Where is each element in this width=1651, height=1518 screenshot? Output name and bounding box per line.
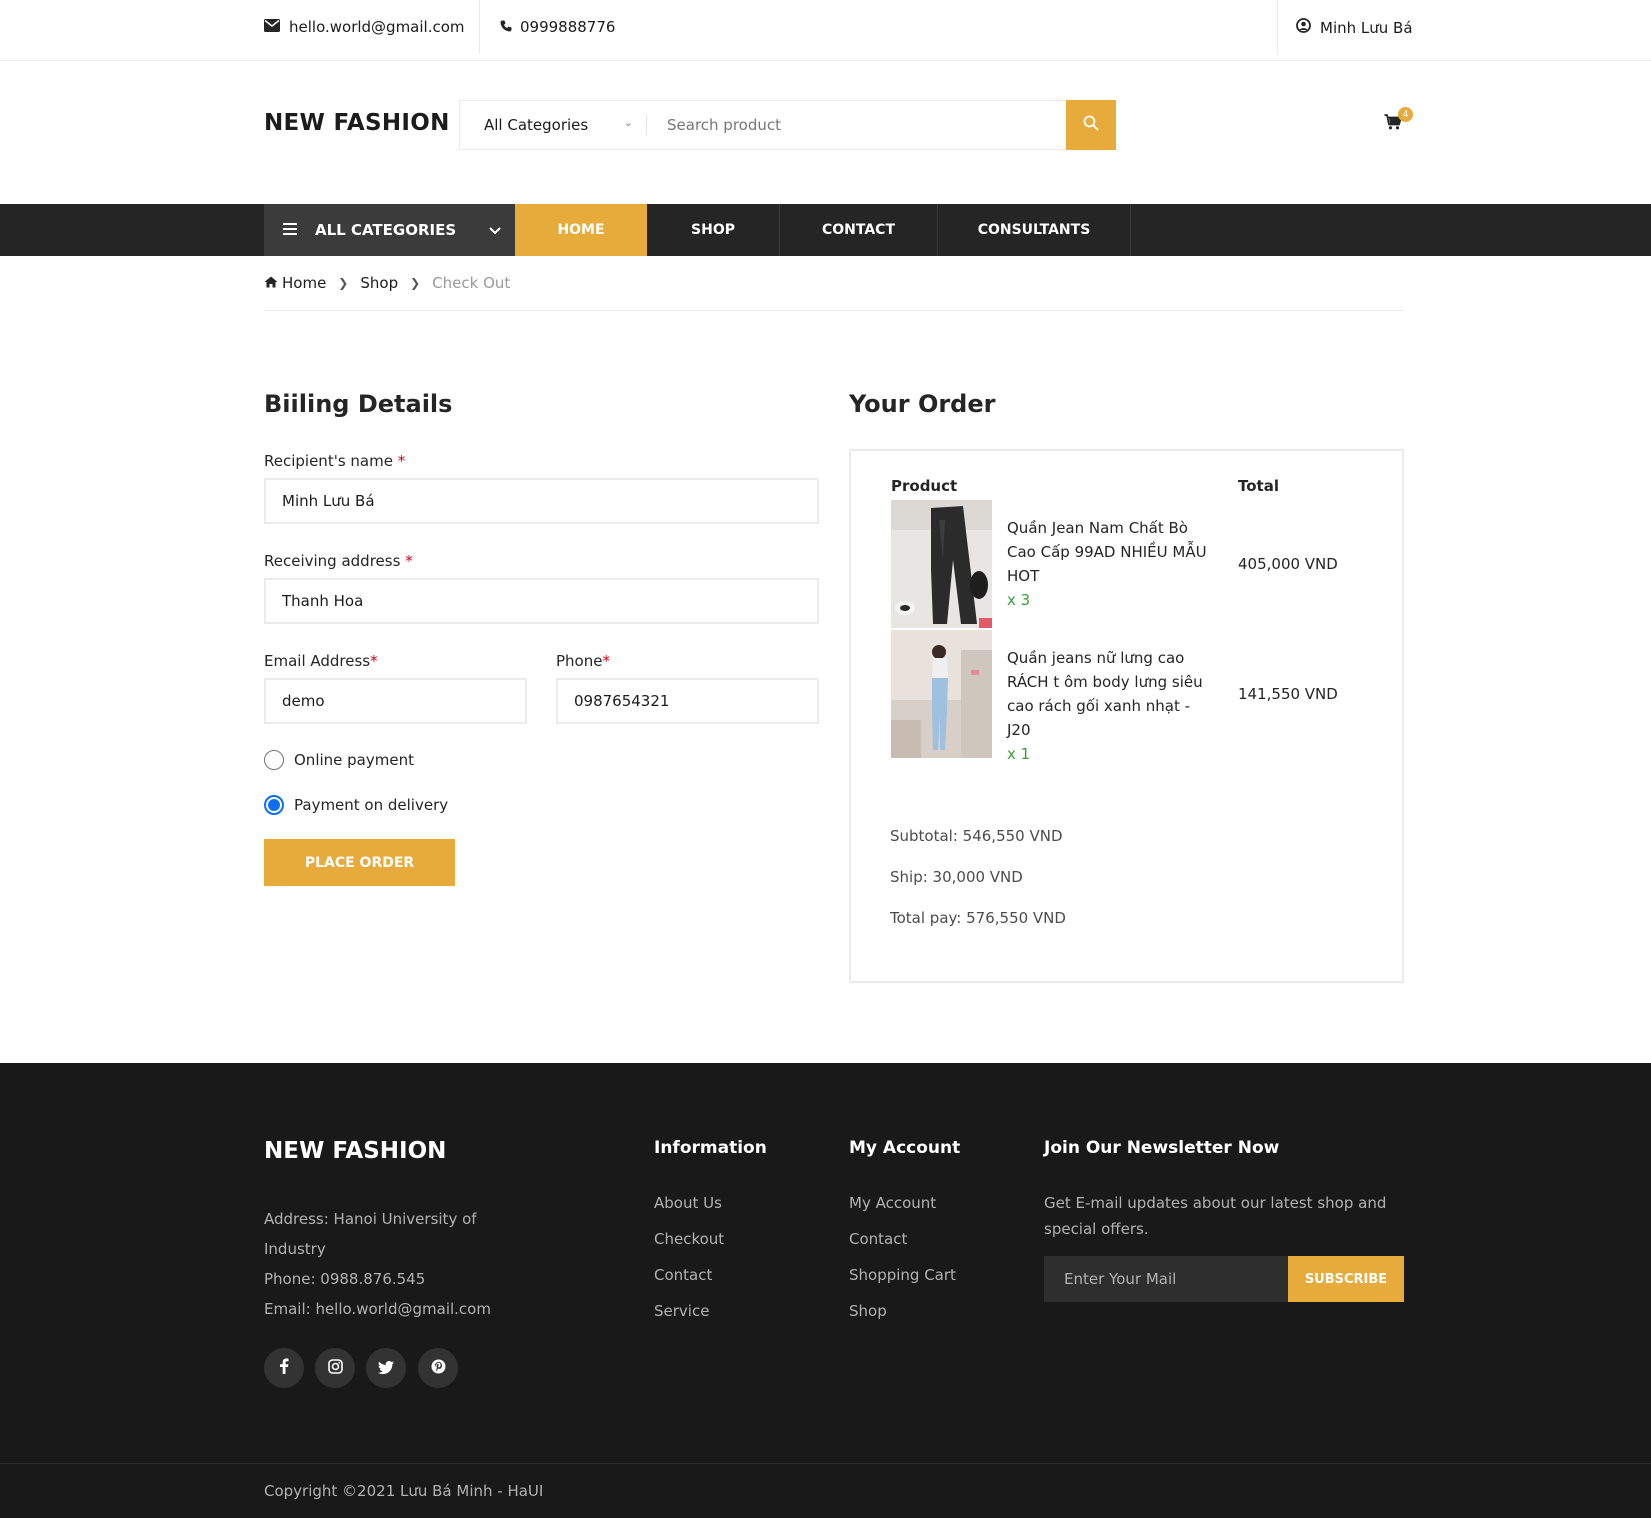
twitter-icon (378, 1359, 394, 1378)
email-label: Email Address* (264, 652, 378, 670)
site-logo[interactable]: NEW FASHION (264, 110, 450, 136)
phone-field[interactable]: 0987654321 (556, 678, 819, 724)
footer-logo[interactable]: NEW FASHION (264, 1138, 446, 1164)
all-categories-label: ALL CATEGORIES (315, 221, 457, 239)
footer-link-contact[interactable]: Contact (654, 1266, 712, 1284)
footer-link-cart[interactable]: Shopping Cart (849, 1266, 956, 1284)
footer-link-checkout[interactable]: Checkout (654, 1230, 724, 1248)
divider (0, 1463, 1651, 1464)
footer-email: Email: hello.world@gmail.com (264, 1300, 491, 1318)
product-total: 405,000 VND (1238, 555, 1338, 573)
user-icon (1296, 18, 1311, 37)
place-order-button[interactable]: PLACE ORDER (264, 839, 455, 886)
user-account-link[interactable]: Minh Lưu Bá (1296, 18, 1413, 37)
newsletter-email-input[interactable]: Enter Your Mail (1044, 1256, 1288, 1302)
billing-title: Biiling Details (264, 390, 453, 418)
payment-online-label: Online payment (294, 751, 414, 769)
product-name: Quần Jean Nam Chất Bò Cao Cấp 99AD NHIỀU… (1007, 519, 1207, 609)
product-image[interactable] (891, 630, 992, 758)
instagram-link[interactable] (315, 1348, 355, 1388)
email-field[interactable]: demo (264, 678, 527, 724)
contact-phone: 0999888776 (500, 18, 615, 36)
total-pay: Total pay: 576,550 VND (890, 909, 1066, 927)
envelope-icon (264, 18, 280, 36)
product-image[interactable] (891, 500, 992, 628)
top-bar: hello.world@gmail.com 0999888776 Minh Lư… (0, 0, 1651, 61)
main-nav: ALL CATEGORIES HOME SHOP CONTACT CONSULT… (0, 204, 1651, 256)
category-select-value: All Categories (484, 116, 589, 134)
footer-link-my-account[interactable]: My Account (849, 1194, 936, 1212)
col-product: Product (891, 477, 958, 495)
product-qty: x 3 (1007, 591, 1031, 609)
contact-phone-text: 0999888776 (520, 18, 616, 36)
search-bar: All Categories ⌄ (459, 100, 1116, 150)
chevron-down-icon (489, 221, 501, 239)
chevron-down-icon: ⌄ (623, 116, 633, 129)
product-name: Quần jeans nữ lưng cao RÁCH t ôm body lư… (1007, 649, 1203, 763)
footer-phone: Phone: 0988.876.545 (264, 1270, 426, 1288)
radio-online[interactable] (264, 750, 284, 770)
product-total: 141,550 VND (1238, 685, 1338, 703)
instagram-icon (327, 1358, 343, 1378)
user-name: Minh Lưu Bá (1320, 18, 1413, 37)
footer-account-title: My Account (849, 1138, 961, 1158)
nav-consultants[interactable]: CONSULTANTS (938, 204, 1131, 256)
col-total: Total (1238, 477, 1279, 495)
payment-online-option[interactable]: Online payment (264, 750, 414, 770)
facebook-link[interactable] (264, 1348, 304, 1388)
footer-address: Address: Hanoi University of Industry Ph… (264, 1210, 491, 1318)
cart-button[interactable]: 4 (1384, 107, 1413, 134)
footer-link-service[interactable]: Service (654, 1302, 709, 1320)
twitter-link[interactable] (366, 1348, 406, 1388)
contact-email: hello.world@gmail.com (264, 18, 465, 36)
divider (264, 310, 1404, 311)
order-title: Your Order (849, 390, 996, 418)
menu-icon (283, 221, 297, 239)
search-input[interactable] (647, 101, 1066, 149)
radio-delivery[interactable] (264, 795, 284, 815)
footer-link-shop[interactable]: Shop (849, 1302, 887, 1320)
address-label: Receiving address * (264, 552, 413, 570)
pinterest-link[interactable] (418, 1348, 458, 1388)
nav-home[interactable]: HOME (515, 204, 647, 256)
search-button[interactable] (1066, 100, 1116, 150)
home-icon (264, 274, 278, 292)
payment-delivery-label: Payment on delivery (294, 796, 449, 814)
divider (479, 0, 480, 54)
phone-label: Phone* (556, 652, 610, 670)
footer-link-contact[interactable]: Contact (849, 1230, 907, 1248)
divider (1277, 0, 1278, 54)
breadcrumb-current: Check Out (432, 274, 511, 292)
breadcrumb-shop[interactable]: Shop (360, 274, 398, 292)
breadcrumb: Home ❯ Shop ❯ Check Out (264, 274, 510, 292)
product-qty: x 1 (1007, 745, 1031, 763)
breadcrumb-home[interactable]: Home (282, 274, 326, 292)
category-select[interactable]: All Categories ⌄ (460, 101, 647, 149)
footer-info-title: Information (654, 1138, 767, 1158)
phone-icon (500, 18, 512, 36)
subscribe-button[interactable]: SUBSCRIBE (1288, 1256, 1404, 1302)
newsletter-title: Join Our Newsletter Now (1044, 1138, 1280, 1158)
ship-fee: Ship: 30,000 VND (890, 868, 1023, 886)
nav-shop[interactable]: SHOP (647, 204, 780, 256)
search-icon (1083, 115, 1099, 135)
contact-email-text: hello.world@gmail.com (289, 18, 465, 36)
all-categories-menu[interactable]: ALL CATEGORIES (264, 204, 515, 256)
nav-contact[interactable]: CONTACT (780, 204, 938, 256)
payment-delivery-option[interactable]: Payment on delivery (264, 795, 448, 815)
chevron-right-icon: ❯ (410, 276, 421, 290)
cart-count-badge: 4 (1398, 107, 1413, 122)
receiving-address-field[interactable]: Thanh Hoa (264, 578, 819, 624)
subtotal: Subtotal: 546,550 VND (890, 827, 1063, 845)
chevron-right-icon: ❯ (338, 276, 349, 290)
name-label: Recipient's name * (264, 452, 406, 470)
newsletter-text: Get E-mail updates about our latest shop… (1044, 1194, 1387, 1238)
copyright: Copyright ©2021 Lưu Bá Minh - HaUI (264, 1482, 544, 1500)
pinterest-icon (431, 1359, 446, 1378)
recipient-name-field[interactable]: Minh Lưu Bá (264, 478, 819, 524)
facebook-icon (279, 1358, 289, 1378)
footer-link-about[interactable]: About Us (654, 1194, 722, 1212)
